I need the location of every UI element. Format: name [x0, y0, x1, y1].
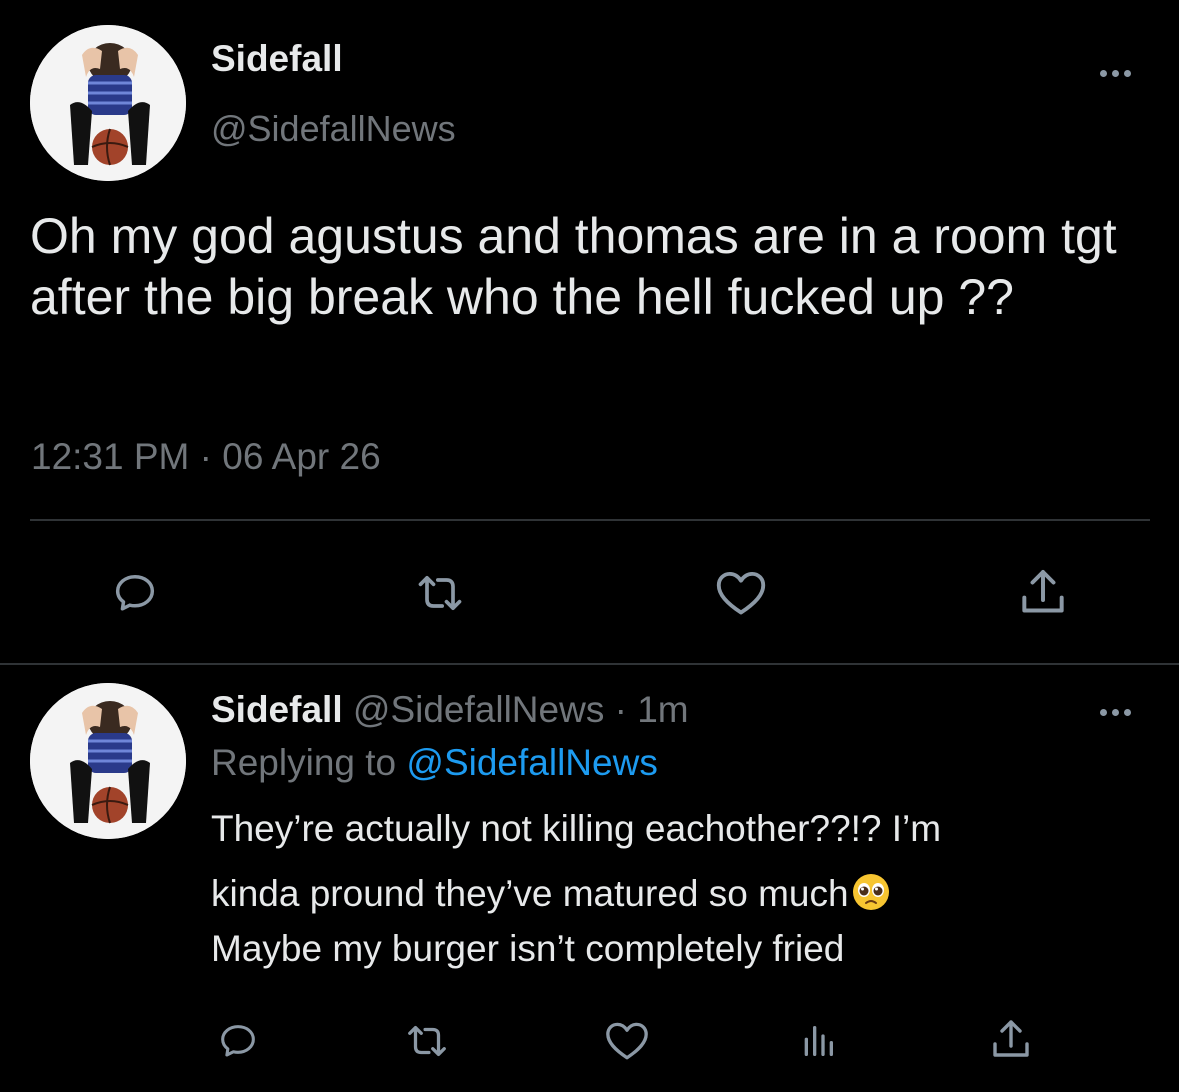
reply-text-segment: kinda pround they’ve matured so much: [211, 873, 849, 914]
avatar-image: [30, 683, 186, 839]
reply-text-line: They’re actually not killing eachother??…: [211, 808, 942, 849]
more-options-icon[interactable]: [1092, 58, 1138, 88]
mention-link[interactable]: @SidefallNews: [406, 742, 657, 783]
retweet-icon: [408, 1025, 446, 1057]
retweet-button[interactable]: [390, 1016, 464, 1066]
display-name[interactable]: Sidefall: [211, 38, 343, 80]
more-options-icon[interactable]: [1092, 697, 1138, 727]
reply-icon: [115, 575, 155, 611]
share-icon: [1022, 570, 1064, 613]
divider: [30, 519, 1150, 521]
display-name[interactable]: Sidefall: [211, 689, 343, 730]
like-icon: [606, 1022, 648, 1060]
replying-prefix: Replying to: [211, 742, 407, 783]
replying-to: Replying to @SidefallNews: [211, 742, 658, 784]
reply-text-line: Maybe my burger isn’t completely fried: [211, 928, 845, 969]
reply-icon: [221, 1025, 255, 1057]
user-handle[interactable]: @SidefallNews: [211, 108, 456, 150]
reply-button[interactable]: [105, 565, 165, 621]
pleading-face-emoji: [851, 872, 891, 921]
reply-button[interactable]: [212, 1016, 264, 1066]
like-button[interactable]: [706, 562, 776, 622]
reply-text-line: kinda pround they’ve matured so much: [211, 872, 891, 921]
avatar[interactable]: [30, 683, 186, 839]
like-button[interactable]: [598, 1014, 656, 1066]
tweet-text: Oh my god agustus and thomas are in a ro…: [30, 208, 1117, 325]
share-button[interactable]: [985, 1014, 1037, 1066]
retweet-button[interactable]: [400, 565, 480, 621]
analytics-button[interactable]: [795, 1018, 841, 1064]
handle-and-time[interactable]: @SidefallNews · 1m: [353, 689, 689, 730]
like-icon: [716, 571, 766, 615]
avatar[interactable]: [30, 25, 186, 181]
share-button[interactable]: [1012, 563, 1074, 623]
tweet-timestamp[interactable]: 12:31 PM · 06 Apr 26: [31, 436, 381, 478]
share-icon: [993, 1020, 1029, 1057]
analytics-icon: [804, 1026, 833, 1056]
avatar-image: [30, 25, 186, 181]
divider: [0, 663, 1179, 665]
retweet-icon: [418, 575, 462, 611]
reply-header: Sidefall @SidefallNews · 1m: [211, 689, 689, 731]
